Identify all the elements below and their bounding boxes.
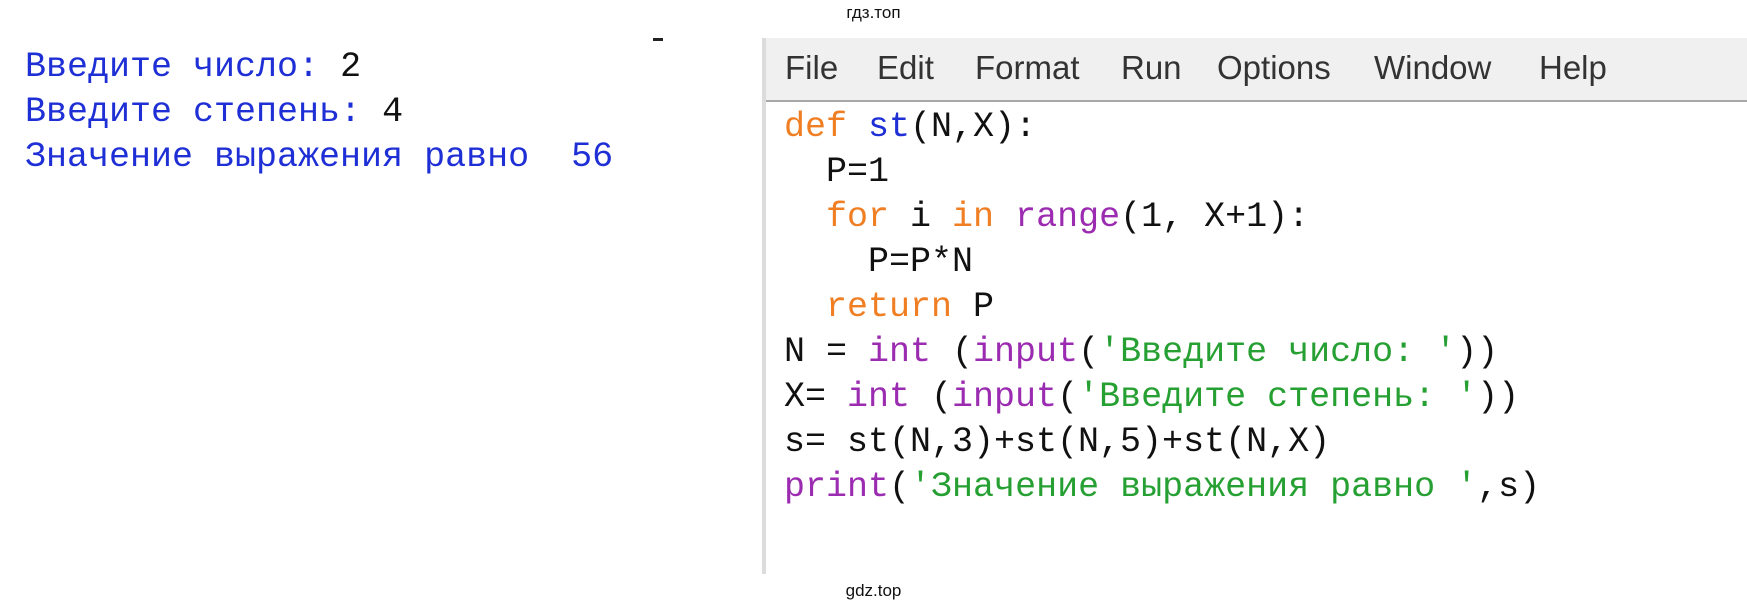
code-text: X=	[784, 377, 848, 417]
string-literal: 'Введите число: '	[1099, 332, 1457, 372]
menu-edit[interactable]: Edit	[877, 48, 934, 88]
builtin-int: int	[868, 332, 932, 372]
string-literal: 'Значение выражения равно '	[910, 467, 1478, 507]
code-text: (	[931, 332, 974, 372]
menu-bar: File Edit Format Run Options Window Help	[766, 38, 1747, 102]
builtin-print: print	[784, 467, 890, 507]
code-line-2: P=1	[784, 152, 890, 192]
code-line-4: P=P*N	[784, 242, 974, 282]
code-line-3: for i in range(1, X+1):	[784, 192, 1309, 242]
menu-run[interactable]: Run	[1121, 48, 1182, 88]
shell-output-pane: Введите число: 2 Введите степень: 4 Знач…	[0, 38, 762, 574]
builtin-range: range	[1015, 197, 1121, 237]
shell-input-2: 4	[382, 92, 404, 132]
shell-line-3: Значение выражения равно 56	[25, 132, 613, 182]
code-text: ,s)	[1477, 467, 1541, 507]
menu-options[interactable]: Options	[1217, 48, 1331, 88]
watermark-bottom: gdz.top	[845, 581, 902, 600]
code-text: ))	[1456, 332, 1499, 372]
shell-prompt-2: Введите степень:	[25, 92, 383, 132]
code-text: i	[889, 197, 953, 237]
code-text: (	[1057, 377, 1079, 417]
builtin-input: input	[952, 377, 1058, 417]
shell-line-2: Введите степень: 4	[25, 87, 403, 137]
code-line-7: X= int (input('Введите степень: '))	[784, 372, 1519, 422]
editor-window: File Edit Format Run Options Window Help…	[762, 38, 1747, 574]
code-line-5: return P	[784, 282, 994, 332]
keyword-for: for	[826, 197, 890, 237]
builtin-int: int	[847, 377, 911, 417]
shell-result-label: Значение выражения равно	[25, 137, 572, 177]
keyword-in: in	[952, 197, 995, 237]
code-text: (N,X):	[910, 107, 1037, 147]
menu-format[interactable]: Format	[975, 48, 1080, 88]
code-line-6: N = int (input('Введите число: '))	[784, 327, 1498, 377]
code-text: (1, X+1):	[1120, 197, 1310, 237]
shell-result-value: 56	[571, 137, 614, 177]
code-line-9: print('Значение выражения равно ',s)	[784, 462, 1540, 512]
function-name: st	[868, 107, 911, 147]
shell-line-1: Введите число: 2	[25, 42, 361, 92]
cursor-mark	[653, 38, 663, 41]
code-line-1: def st(N,X):	[784, 102, 1036, 152]
builtin-input: input	[973, 332, 1079, 372]
shell-input-1: 2	[340, 47, 362, 87]
code-editor[interactable]: def st(N,X): P=1 for i in range(1, X+1):…	[766, 102, 1747, 574]
code-text: ))	[1477, 377, 1520, 417]
code-text: P	[952, 287, 995, 327]
shell-prompt-1: Введите число:	[25, 47, 341, 87]
code-text: N =	[784, 332, 869, 372]
code-text: (	[1078, 332, 1100, 372]
keyword-return: return	[826, 287, 953, 327]
code-text: (	[889, 467, 911, 507]
watermark-top: гдз.топ	[846, 3, 901, 22]
keyword-def: def	[784, 107, 848, 147]
string-literal: 'Введите степень: '	[1078, 377, 1478, 417]
menu-file[interactable]: File	[785, 48, 838, 88]
code-line-8: s= st(N,3)+st(N,5)+st(N,X)	[784, 422, 1331, 462]
menu-window[interactable]: Window	[1374, 48, 1491, 88]
code-text: (	[910, 377, 953, 417]
menu-help[interactable]: Help	[1539, 48, 1607, 88]
